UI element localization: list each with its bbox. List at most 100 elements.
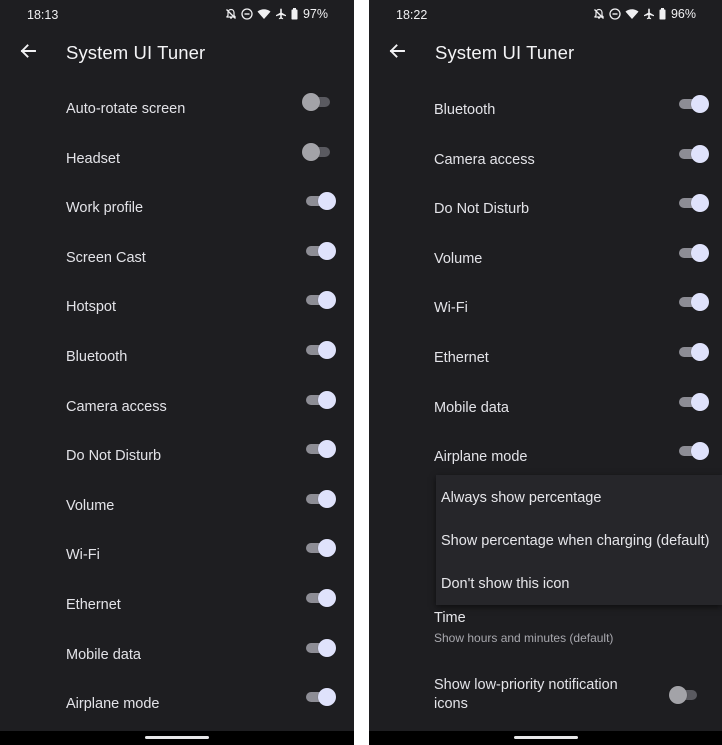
toggle-label: Bluetooth	[434, 102, 496, 118]
back-arrow-icon	[388, 42, 406, 65]
toggle-row-ethernet[interactable]: Ethernet	[369, 336, 722, 380]
app-bar: System UI Tuner	[0, 30, 354, 76]
toggle-row-hotspot[interactable]: Hotspot	[0, 285, 354, 329]
gesture-handle[interactable]	[513, 736, 578, 739]
left-screen: 18:13 97% System UI Tuner Auto-rotate sc…	[0, 0, 354, 745]
wifi-icon	[257, 8, 271, 20]
battery-options-menu: Always show percentage Show percentage w…	[436, 475, 722, 605]
toggle-label: Wi-Fi	[66, 547, 100, 564]
page-title: System UI Tuner	[435, 42, 575, 63]
toggle-switch[interactable]	[302, 190, 336, 212]
toggle-label: Wi-Fi	[434, 300, 468, 317]
toggle-switch[interactable]	[302, 91, 336, 113]
toggle-row-airplane-mode[interactable]: Airplane mode	[369, 435, 722, 479]
toggle-row-headset[interactable]: Headset	[0, 137, 354, 181]
toggle-row-camera-access[interactable]: Camera access	[0, 385, 354, 429]
page-title: System UI Tuner	[66, 42, 206, 63]
navigation-bar	[0, 731, 354, 745]
toggle-switch[interactable]	[302, 686, 336, 708]
toggle-label: Auto-rotate screen	[66, 101, 186, 117]
airplane-icon	[275, 8, 287, 20]
toggle-row-wi-fi[interactable]: Wi-Fi	[0, 533, 354, 577]
toggle-label: Volume	[434, 250, 483, 267]
toggle-row-bluetooth[interactable]: Bluetooth	[0, 335, 354, 379]
toggle-label: Camera access	[434, 151, 535, 168]
toggle-row-mobile-data[interactable]: Mobile data	[369, 386, 722, 430]
toggle-label: Headset	[66, 150, 121, 167]
toggle-row-wi-fi[interactable]: Wi-Fi	[369, 286, 722, 330]
toggle-label: Bluetooth	[66, 349, 128, 365]
gesture-handle[interactable]	[145, 736, 209, 739]
time-summary: Show hours and minutes (default)	[434, 631, 614, 645]
menu-item-always-show-percentage[interactable]: Always show percentage	[436, 475, 722, 518]
airplane-icon	[643, 8, 655, 20]
toggle-switch[interactable]	[302, 339, 336, 361]
status-time: 18:13	[27, 8, 59, 22]
battery-percentage: 96%	[670, 7, 696, 21]
toggle-row-do-not-disturb[interactable]: Do Not Disturb	[369, 187, 722, 231]
toggle-label: Camera access	[66, 398, 167, 415]
do-not-disturb-icon	[241, 8, 253, 20]
toggle-switch[interactable]	[302, 587, 336, 609]
wifi-icon	[625, 8, 639, 20]
toggle-switch[interactable]	[675, 93, 709, 115]
toggle-row-volume[interactable]: Volume	[369, 237, 722, 281]
toggle-row-airplane-mode[interactable]: Airplane mode	[0, 682, 354, 726]
toggle-switch[interactable]	[675, 291, 709, 313]
status-bar: 18:22 96%	[369, 0, 722, 28]
toggle-switch[interactable]	[302, 488, 336, 510]
menu-item-show-when-charging[interactable]: Show percentage when charging (default)	[436, 518, 722, 561]
do-not-disturb-icon	[609, 8, 621, 20]
navigation-bar	[369, 731, 722, 745]
toggle-switch[interactable]	[302, 141, 336, 163]
toggle-label: Mobile data	[66, 646, 141, 663]
toggle-switch[interactable]	[302, 537, 336, 559]
toggle-row-bluetooth[interactable]: Bluetooth	[369, 88, 722, 132]
toggle-switch[interactable]	[302, 438, 336, 460]
toggle-label: Mobile data	[434, 399, 509, 416]
right-screen: 18:22 96% System UI Tuner Bluetooth Came…	[369, 0, 722, 745]
toggle-label: Do Not Disturb	[434, 201, 530, 218]
toggle-label: Work profile	[66, 200, 144, 217]
toggle-label: Screen Cast	[66, 249, 146, 266]
battery-icon	[291, 8, 298, 20]
low-priority-label: Show low-priority notification icons	[434, 677, 618, 712]
toggle-switch[interactable]	[675, 242, 709, 264]
toggle-switch[interactable]	[302, 637, 336, 659]
toggle-row-ethernet[interactable]: Ethernet	[0, 583, 354, 627]
time-title: Time	[434, 610, 466, 626]
toggle-switch[interactable]	[302, 389, 336, 411]
toggle-label: Hotspot	[66, 299, 116, 316]
app-bar: System UI Tuner	[369, 30, 722, 76]
toggle-row-work-profile[interactable]: Work profile	[0, 186, 354, 230]
menu-item-dont-show-icon[interactable]: Don't show this icon	[436, 561, 722, 604]
battery-percentage: 97%	[302, 7, 328, 21]
bell-off-icon	[593, 8, 605, 20]
toggle-label: Airplane mode	[66, 696, 160, 713]
status-bar: 18:13 97%	[0, 0, 354, 28]
toggle-label: Do Not Disturb	[66, 448, 162, 465]
bell-off-icon	[225, 8, 237, 20]
toggle-row-camera-access[interactable]: Camera access	[369, 138, 722, 182]
low-priority-switch[interactable]	[669, 684, 703, 706]
back-button[interactable]	[14, 39, 42, 67]
toggle-switch[interactable]	[675, 341, 709, 363]
toggle-row-auto-rotate-screen[interactable]: Auto-rotate screen	[0, 87, 354, 131]
time-preference[interactable]: Time Show hours and minutes (default)	[369, 605, 722, 657]
toggle-switch[interactable]	[675, 143, 709, 165]
toggle-label: Ethernet	[66, 597, 121, 613]
toggle-switch[interactable]	[675, 391, 709, 413]
toggle-label: Airplane mode	[434, 449, 528, 466]
toggle-switch[interactable]	[675, 440, 709, 462]
toggle-switch[interactable]	[302, 240, 336, 262]
toggle-label: Ethernet	[434, 350, 489, 366]
toggle-row-do-not-disturb[interactable]: Do Not Disturb	[0, 434, 354, 478]
battery-icon	[659, 8, 666, 20]
toggle-row-screen-cast[interactable]: Screen Cast	[0, 236, 354, 280]
back-button[interactable]	[383, 39, 411, 67]
toggle-switch[interactable]	[675, 192, 709, 214]
toggle-label: Volume	[66, 497, 115, 514]
toggle-row-volume[interactable]: Volume	[0, 484, 354, 528]
toggle-row-mobile-data[interactable]: Mobile data	[0, 633, 354, 677]
toggle-switch[interactable]	[302, 289, 336, 311]
